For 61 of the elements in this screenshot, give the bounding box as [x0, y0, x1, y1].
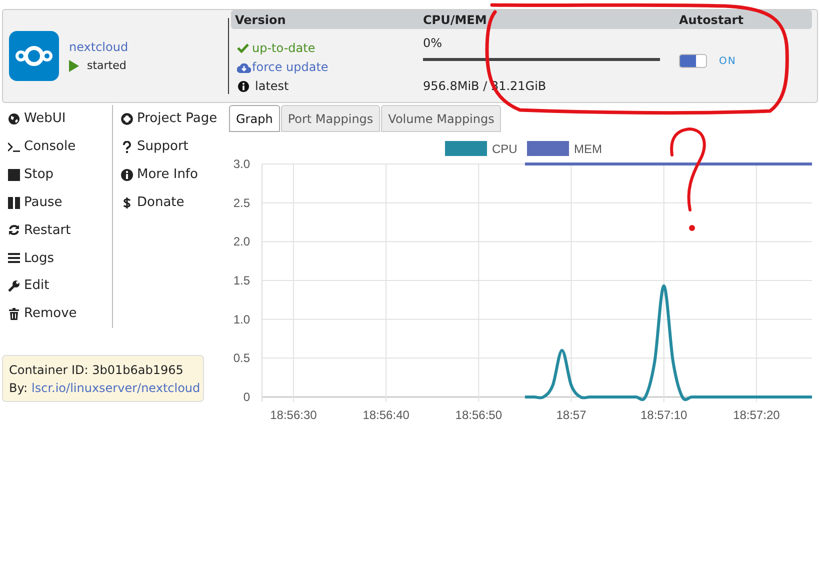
action-link[interactable]: Stop — [24, 164, 54, 184]
info-icon — [121, 169, 133, 181]
column-header: CPU/MEM — [422, 12, 488, 28]
info-link[interactable]: Support — [137, 137, 188, 157]
image-link[interactable]: lscr.io/linuxserver/nextcloud — [32, 379, 200, 397]
info-link[interactable]: Project Page — [137, 109, 218, 129]
question-icon — [121, 141, 133, 153]
author-label: By: — [9, 380, 28, 397]
info-link[interactable]: More Info — [137, 165, 198, 185]
life-ring-icon — [121, 113, 133, 125]
x-tick-label: 18:57:10 — [640, 408, 688, 422]
version-tag: latest — [255, 77, 289, 95]
y-tick-label: 3.0 — [233, 157, 250, 171]
x-tick-label: 18:56:40 — [362, 408, 410, 422]
x-tick-label: 18:57:20 — [733, 408, 780, 422]
wrench-icon — [8, 280, 20, 292]
play-icon — [69, 60, 79, 72]
legend-label: CPU — [492, 142, 518, 156]
action-link[interactable]: Pause — [24, 192, 62, 212]
y-tick-label: 0 — [243, 390, 250, 404]
action-link[interactable]: Console — [24, 137, 76, 157]
terminal-icon — [8, 140, 20, 153]
action-link[interactable]: Logs — [24, 248, 54, 268]
y-tick-label: 1.5 — [233, 274, 250, 288]
tab[interactable]: Volume Mappings — [381, 105, 502, 132]
cpu-usage: 0% — [423, 35, 444, 52]
legend-label: MEM — [574, 142, 602, 156]
trash-icon — [8, 308, 20, 320]
action-link[interactable]: Edit — [24, 276, 50, 296]
column-header: Version — [234, 12, 287, 28]
stop-icon — [8, 168, 20, 181]
container-name-link[interactable]: nextcloud — [69, 38, 128, 56]
app-logo — [9, 31, 59, 81]
status-text: started — [87, 58, 126, 74]
checkmark-icon — [237, 43, 249, 53]
y-tick-label: 0.5 — [233, 351, 250, 366]
x-tick-label: 18:56:50 — [455, 408, 502, 422]
tab[interactable]: Port Mappings — [280, 105, 380, 132]
globe-icon — [8, 112, 20, 125]
action-link[interactable]: Remove — [24, 304, 77, 324]
x-tick-label: 18:56:30 — [270, 408, 317, 422]
list-icon — [8, 252, 20, 264]
y-tick-label: 1.0 — [233, 312, 250, 326]
force-update-link[interactable]: force update — [252, 58, 328, 76]
update-status: up-to-date — [252, 40, 316, 57]
autostart-toggle[interactable] — [679, 54, 707, 68]
info-link[interactable]: Donate — [137, 193, 184, 213]
toggle-label: ON — [719, 54, 736, 68]
tab[interactable]: Graph — [229, 105, 280, 132]
y-tick-label: 2.5 — [233, 196, 250, 210]
refresh-icon — [8, 224, 20, 236]
pause-icon — [8, 196, 20, 209]
container-id: Container ID: 3b01b6ab1965 — [9, 362, 184, 379]
action-link[interactable]: Restart — [24, 220, 71, 240]
y-tick-label: 2.0 — [233, 234, 250, 249]
cloud-download-icon — [237, 62, 251, 72]
dollar-icon — [121, 197, 133, 209]
x-tick-label: 18:57 — [556, 408, 586, 422]
action-link[interactable]: WebUI — [24, 109, 66, 129]
info-icon — [238, 80, 249, 92]
column-header: Autostart — [678, 12, 744, 28]
